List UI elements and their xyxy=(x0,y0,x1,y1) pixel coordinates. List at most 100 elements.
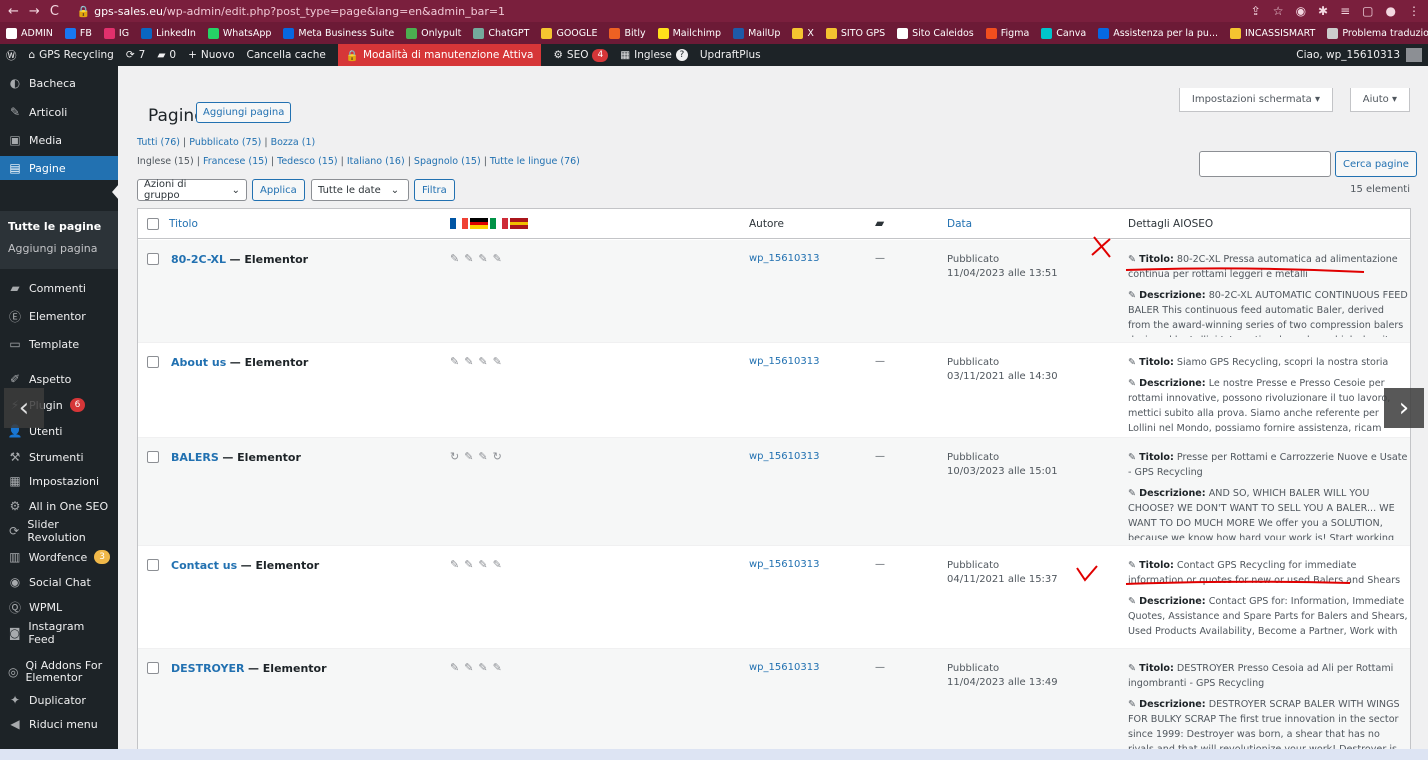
select-all-checkbox[interactable] xyxy=(147,218,159,230)
extension-icon[interactable]: ◉ xyxy=(1296,4,1306,18)
window-icon[interactable]: ▢ xyxy=(1362,4,1373,18)
sidebar-item-pagine[interactable]: ▤ Pagine xyxy=(0,156,118,180)
row-checkbox[interactable] xyxy=(147,253,159,265)
language-switcher[interactable]: ▦ Inglese? xyxy=(620,49,688,61)
page-title-link[interactable]: BALERS xyxy=(171,451,219,464)
comments-link[interactable]: ▰ 0 xyxy=(157,49,176,61)
bookmark-item[interactable]: LinkedIn xyxy=(141,27,196,39)
sidebar-item-template[interactable]: ▭ Template xyxy=(0,332,118,356)
bookmark-item[interactable]: FB xyxy=(64,27,92,39)
row-checkbox[interactable] xyxy=(147,356,159,368)
row-checkbox[interactable] xyxy=(147,451,159,463)
sidebar-item-all-in-one-seo[interactable]: ⚙ All in One SEO xyxy=(0,494,118,518)
wordpress-icon[interactable]: Ⓦ xyxy=(6,48,17,63)
seo-title[interactable]: ✎ Titolo: Presse per Rottami e Carrozzer… xyxy=(1128,450,1408,480)
sidebar-item-wpml[interactable]: Ⓠ WPML xyxy=(0,595,118,619)
new-content-link[interactable]: + Nuovo xyxy=(188,49,234,61)
column-date[interactable]: Data xyxy=(947,218,972,230)
bookmark-item[interactable]: Canva xyxy=(1041,27,1086,39)
seo-title[interactable]: ✎ Titolo: Contact GPS Recycling for imme… xyxy=(1128,558,1408,588)
row-checkbox[interactable] xyxy=(147,559,159,571)
sidebar-item-elementor[interactable]: Ⓔ Elementor xyxy=(0,304,118,328)
back-icon[interactable]: ← xyxy=(8,4,19,19)
next-arrow-icon[interactable]: › xyxy=(1384,388,1424,428)
sidebar-item-riduci-menu[interactable]: ◀ Riduci menu xyxy=(0,712,118,736)
site-name-link[interactable]: ⌂ GPS Recycling xyxy=(29,49,114,61)
seo-title[interactable]: ✎ Titolo: DESTROYER Presso Cesoia ad Ali… xyxy=(1128,661,1408,691)
author-link[interactable]: wp_15610313 xyxy=(749,451,819,462)
translation-status-icons[interactable]: ✎✎✎✎ xyxy=(450,252,507,265)
sidebar-item-wordfence[interactable]: ▥ Wordfence 3 xyxy=(0,545,118,569)
filter-draft[interactable]: Bozza (1) xyxy=(271,137,316,148)
playlist-icon[interactable]: ≡ xyxy=(1340,4,1350,18)
sidebar-item-articoli[interactable]: ✎ Articoli xyxy=(0,100,118,124)
filter-button[interactable]: Filtra xyxy=(414,179,455,201)
seo-link[interactable]: ⚙ SEO 4 xyxy=(553,48,609,62)
updraftplus-link[interactable]: UpdraftPlus xyxy=(700,49,761,61)
translation-status-icons[interactable]: ↻✎✎↻ xyxy=(450,450,507,463)
page-title-link[interactable]: DESTROYER xyxy=(171,662,244,675)
sidebar-item-social-chat[interactable]: ◉ Social Chat xyxy=(0,570,118,594)
lang-italian[interactable]: Italiano (16) xyxy=(347,156,405,167)
column-title[interactable]: Titolo xyxy=(169,218,198,230)
maintenance-mode-link[interactable]: 🔒 Modalità di manutenzione Attiva xyxy=(337,44,542,66)
clear-cache-link[interactable]: Cancella cache xyxy=(247,49,326,61)
bookmark-item[interactable]: WhatsApp xyxy=(207,27,271,39)
bookmark-item[interactable]: Problema traduzion... xyxy=(1327,27,1428,39)
puzzle-icon[interactable]: ✱ xyxy=(1318,4,1328,18)
filter-published[interactable]: Pubblicato (75) xyxy=(189,137,261,148)
translation-status-icons[interactable]: ✎✎✎✎ xyxy=(450,661,507,674)
translation-status-icons[interactable]: ✎✎✎✎ xyxy=(450,355,507,368)
screen-options-button[interactable]: Impostazioni schermata ▾ xyxy=(1178,88,1333,112)
user-account-link[interactable]: Ciao, wp_15610313 xyxy=(1296,48,1422,62)
share-icon[interactable]: ⇪ xyxy=(1251,4,1261,18)
seo-title[interactable]: ✎ Titolo: 80-2C-XL Pressa automatica ad … xyxy=(1128,252,1408,282)
submenu-all-pages[interactable]: Tutte le pagine xyxy=(8,220,101,233)
bookmark-item[interactable]: Onlypult xyxy=(406,27,461,39)
seo-description[interactable]: ✎ Descrizione: AND SO, WHICH BALER WILL … xyxy=(1128,486,1408,540)
author-link[interactable]: wp_15610313 xyxy=(749,662,819,673)
seo-title[interactable]: ✎ Titolo: Siamo GPS Recycling, scopri la… xyxy=(1128,355,1408,370)
search-pages-button[interactable]: Cerca pagine xyxy=(1335,151,1417,177)
sidebar-item-impostazioni[interactable]: ▦ Impostazioni xyxy=(0,469,118,493)
author-link[interactable]: wp_15610313 xyxy=(749,253,819,264)
lang-all[interactable]: Tutte le lingue (76) xyxy=(490,156,580,167)
sidebar-item-commenti[interactable]: ▰ Commenti xyxy=(0,276,118,300)
sidebar-item-media[interactable]: ▣ Media xyxy=(0,128,118,152)
reload-icon[interactable]: C xyxy=(50,4,59,19)
page-title-link[interactable]: 80-2C-XL xyxy=(171,253,226,266)
bookmark-item[interactable]: SITO GPS xyxy=(825,27,885,39)
seo-description[interactable]: ✎ Descrizione: 80-2C-XL AUTOMATIC CONTIN… xyxy=(1128,288,1408,337)
author-link[interactable]: wp_15610313 xyxy=(749,356,819,367)
row-checkbox[interactable] xyxy=(147,662,159,674)
menu-icon[interactable]: ⋮ xyxy=(1408,4,1420,18)
page-title-link[interactable]: About us xyxy=(171,356,226,369)
search-input[interactable] xyxy=(1199,151,1331,177)
help-button[interactable]: Aiuto ▾ xyxy=(1349,88,1410,112)
seo-description[interactable]: ✎ Descrizione: Le nostre Presse e Presso… xyxy=(1128,376,1408,432)
bookmark-item[interactable]: Bitly xyxy=(609,27,646,39)
profile-icon[interactable]: ● xyxy=(1386,4,1396,18)
translation-status-icons[interactable]: ✎✎✎✎ xyxy=(450,558,507,571)
author-link[interactable]: wp_15610313 xyxy=(749,559,819,570)
sidebar-item-qi-addons-for-elementor[interactable]: ◎ Qi Addons For Elementor xyxy=(0,657,118,687)
bookmark-item[interactable]: Sito Caleidos xyxy=(897,27,974,39)
bookmark-item[interactable]: ADMIN xyxy=(6,27,53,39)
bulk-actions-select[interactable]: Azioni di gruppo ⌄ xyxy=(137,179,247,201)
filter-all[interactable]: Tutti (76) xyxy=(137,137,180,148)
updates-link[interactable]: ⟳ 7 xyxy=(126,49,146,61)
seo-description[interactable]: ✎ Descrizione: Contact GPS for: Informat… xyxy=(1128,594,1408,643)
forward-icon[interactable]: → xyxy=(29,4,40,19)
seo-description[interactable]: ✎ Descrizione: DESTROYER SCRAP BALER WIT… xyxy=(1128,697,1408,755)
sidebar-item-strumenti[interactable]: ⚒ Strumenti xyxy=(0,445,118,469)
bookmark-item[interactable]: MailUp xyxy=(733,27,780,39)
sidebar-item-instagram-feed[interactable]: ◙ Instagram Feed xyxy=(0,620,118,646)
address-bar[interactable]: 🔒 gps-sales.eu/wp-admin/edit.php?post_ty… xyxy=(77,5,505,18)
bookmark-item[interactable]: Figma xyxy=(985,27,1029,39)
sidebar-item-slider-revolution[interactable]: ⟳ Slider Revolution xyxy=(0,518,118,544)
sidebar-item-bacheca[interactable]: ◐ Bacheca xyxy=(0,71,118,95)
lang-spanish[interactable]: Spagnolo (15) xyxy=(414,156,481,167)
page-title-link[interactable]: Contact us xyxy=(171,559,237,572)
date-filter-select[interactable]: Tutte le date ⌄ xyxy=(311,179,409,201)
bookmark-item[interactable]: GOOGLE xyxy=(541,27,597,39)
